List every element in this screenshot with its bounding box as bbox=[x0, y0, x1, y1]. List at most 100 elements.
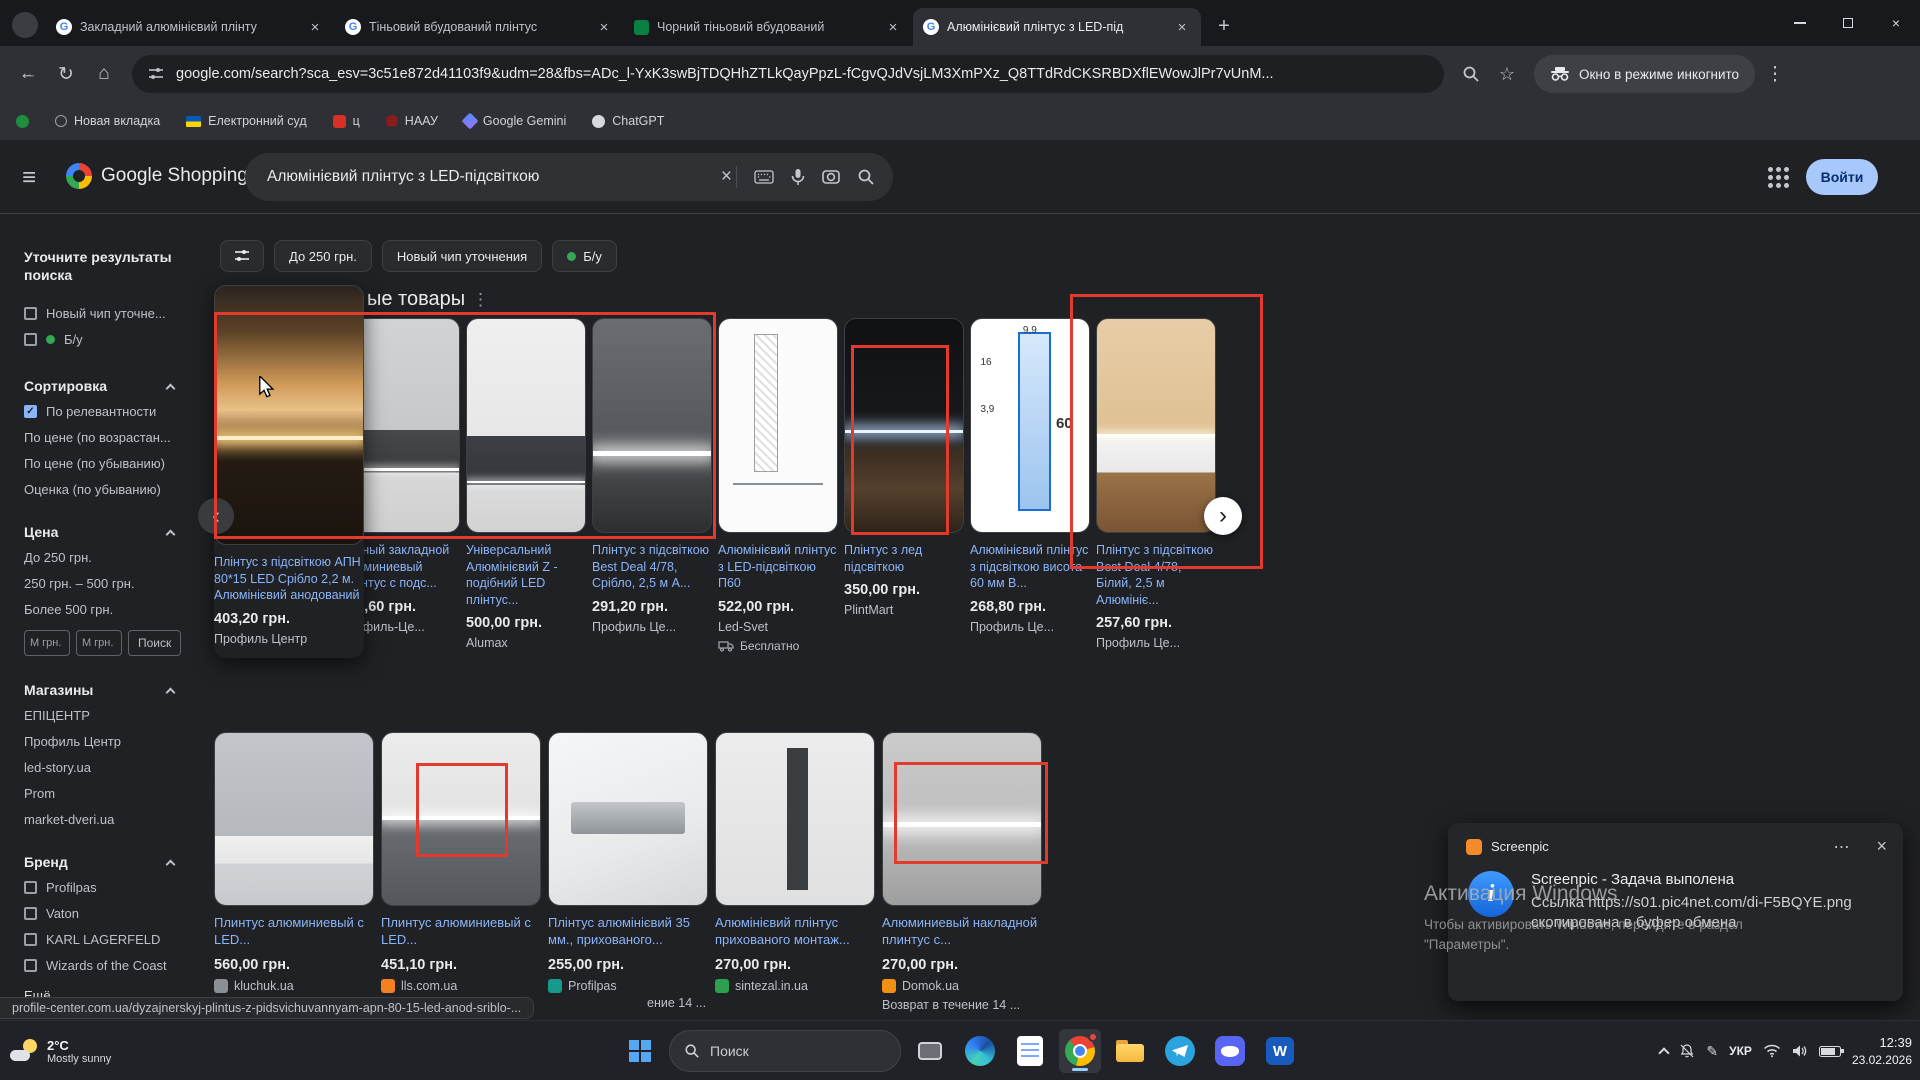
product-title[interactable]: Універсальний Алюмінієвий Z - подібний L… bbox=[466, 542, 586, 608]
store-option[interactable]: ЕПІЦЕНТР bbox=[24, 702, 202, 728]
new-tab-button[interactable]: + bbox=[1210, 12, 1238, 40]
apps-grid-icon[interactable] bbox=[1768, 167, 1789, 188]
bookmark-item[interactable]: ChatGPT bbox=[592, 114, 664, 128]
zoom-icon[interactable] bbox=[1454, 57, 1488, 91]
sort-option[interactable]: По цене (по возрастан... bbox=[24, 424, 202, 450]
bookmark-item[interactable] bbox=[16, 115, 29, 128]
section-price[interactable]: Цена bbox=[24, 520, 174, 544]
discord-button[interactable] bbox=[1209, 1029, 1251, 1073]
search-icon[interactable] bbox=[857, 168, 875, 186]
product-card-hovered[interactable]: Плінтус з підсвіткою АПН 80*15 LED Срібл… bbox=[214, 285, 364, 658]
product-card[interactable]: Універсальний Алюмінієвий Z - подібний L… bbox=[466, 318, 586, 653]
price-option[interactable]: Более 500 грн. bbox=[24, 596, 202, 622]
google-shopping-logo[interactable]: Google Shopping bbox=[66, 163, 248, 189]
wifi-icon[interactable] bbox=[1763, 1044, 1781, 1058]
incognito-profile-icon[interactable] bbox=[12, 12, 38, 38]
product-title[interactable]: Плинтус алюминиевый с LED... bbox=[214, 915, 374, 949]
price-max-input[interactable]: Мгрн. bbox=[76, 630, 122, 656]
language-indicator[interactable]: УКР bbox=[1729, 1044, 1752, 1058]
tab-3[interactable]: Чорний тіньовий вбудований × bbox=[624, 8, 912, 46]
pen-icon[interactable]: ✎ bbox=[1706, 1043, 1718, 1060]
heading-menu-icon[interactable]: ⋮ bbox=[472, 290, 489, 310]
product-card[interactable]: Плінтус з підсвіткою Best Deal 4/78, Біл… bbox=[1096, 318, 1216, 653]
sort-option[interactable]: ✓По релевантности bbox=[24, 398, 202, 424]
sign-in-button[interactable]: Войти bbox=[1806, 159, 1878, 195]
screenpic-notification[interactable]: Screenpic ⋯ × i Screenpic - Задача выпол… bbox=[1448, 823, 1903, 1001]
carousel-next-button[interactable]: › bbox=[1204, 497, 1242, 535]
hamburger-menu-icon[interactable]: ≡ bbox=[22, 164, 36, 192]
chip-price[interactable]: До 250 грн. bbox=[274, 240, 372, 272]
checkbox-icon[interactable] bbox=[24, 307, 37, 320]
product-card[interactable]: Алюминиевый накладной плинтус с... 270,0… bbox=[882, 732, 1042, 1012]
bookmark-item[interactable]: Новая вкладка bbox=[55, 114, 160, 128]
word-button[interactable]: W bbox=[1259, 1029, 1301, 1073]
taskbar-clock[interactable]: 12:39 23.02.2026 bbox=[1852, 1034, 1912, 1069]
store-option[interactable]: Профиль Центр bbox=[24, 728, 202, 754]
carousel-prev-button[interactable]: ‹ bbox=[198, 498, 234, 534]
product-title[interactable]: Плінтус алюмінієвий 35 мм., прихованого.… bbox=[548, 915, 708, 949]
product-card[interactable]: Плінтус з лед підсвіткою 350,00 грн. Pli… bbox=[844, 318, 964, 653]
chrome-button-active[interactable] bbox=[1059, 1029, 1101, 1073]
notification-close-icon[interactable]: × bbox=[1876, 836, 1887, 857]
product-card[interactable]: Плінтус з підсвіткою Best Deal 4/78, Срі… bbox=[592, 318, 712, 653]
store-option[interactable]: led-story.ua bbox=[24, 754, 202, 780]
task-view-button[interactable] bbox=[909, 1029, 951, 1073]
bookmark-item[interactable]: Електронний суд bbox=[186, 114, 306, 128]
tray-expand-icon[interactable] bbox=[1659, 1047, 1670, 1058]
notifications-muted-icon[interactable] bbox=[1679, 1043, 1695, 1059]
mic-icon[interactable] bbox=[791, 168, 805, 186]
edge-button[interactable] bbox=[959, 1029, 1001, 1073]
clear-search-icon[interactable]: × bbox=[721, 166, 737, 188]
tune-icon[interactable] bbox=[148, 66, 164, 82]
chip-used[interactable]: Б/у bbox=[552, 240, 617, 272]
lens-camera-icon[interactable] bbox=[822, 168, 840, 186]
keyboard-icon[interactable] bbox=[754, 170, 774, 184]
tab-1[interactable]: G Закладний алюмінієвий плінту × bbox=[46, 8, 334, 46]
checkbox-icon[interactable] bbox=[24, 959, 37, 972]
tab-4-active[interactable]: G Алюмінієвий плінтус з LED-під × bbox=[913, 8, 1201, 46]
tab-close-icon[interactable]: × bbox=[306, 19, 324, 36]
brand-option[interactable]: KARL LAGERFELD bbox=[24, 926, 202, 952]
weather-widget[interactable]: 2°C Mostly sunny bbox=[10, 1021, 111, 1080]
store-option[interactable]: market-dveri.ua bbox=[24, 806, 202, 832]
address-bar[interactable]: google.com/search?sca_esv=3c51e872d41103… bbox=[132, 55, 1444, 93]
tab-close-icon[interactable]: × bbox=[1173, 19, 1191, 36]
telegram-button[interactable] bbox=[1159, 1029, 1201, 1073]
tab-close-icon[interactable]: × bbox=[595, 19, 613, 36]
section-stores[interactable]: Магазины bbox=[24, 678, 174, 702]
tab-2[interactable]: G Тіньовий вбудований плінтус × bbox=[335, 8, 623, 46]
section-sort[interactable]: Сортировка bbox=[24, 374, 174, 398]
filter-checkbox-row[interactable]: Б/у bbox=[24, 326, 202, 352]
start-button[interactable] bbox=[619, 1029, 661, 1073]
brand-option[interactable]: Wizards of the Coast bbox=[24, 952, 202, 978]
maximize-button[interactable] bbox=[1824, 0, 1872, 46]
store-option[interactable]: Prom bbox=[24, 780, 202, 806]
product-title[interactable]: Плинтус алюминиевый с LED... bbox=[381, 915, 541, 949]
price-option[interactable]: 250 грн. – 500 грн. bbox=[24, 570, 202, 596]
bookmark-item[interactable]: НААУ bbox=[386, 114, 438, 128]
product-card[interactable]: Плинтус алюминиевый с LED... 560,00 грн.… bbox=[214, 732, 374, 1012]
bookmark-item[interactable]: ц bbox=[333, 114, 360, 128]
search-query-text[interactable]: Алюмінієвий плінтус з LED-підсвіткою bbox=[267, 168, 704, 186]
checkbox-icon[interactable] bbox=[24, 933, 37, 946]
sort-option[interactable]: По цене (по убыванию) bbox=[24, 450, 202, 476]
product-card[interactable]: Плинтус алюминиевый с LED... 451,10 грн.… bbox=[381, 732, 541, 1012]
checkbox-icon[interactable] bbox=[24, 333, 37, 346]
bookmark-star-icon[interactable]: ☆ bbox=[1490, 57, 1524, 91]
product-title[interactable]: Алюмінієвий плінтус з LED-підсвіткою П60 bbox=[718, 542, 838, 592]
checkbox-checked-icon[interactable]: ✓ bbox=[24, 405, 37, 418]
reload-button[interactable]: ↻ bbox=[48, 56, 84, 92]
product-title[interactable]: Плінтус з лед підсвіткою bbox=[844, 542, 964, 575]
section-brands[interactable]: Бренд bbox=[24, 850, 174, 874]
checkbox-icon[interactable] bbox=[24, 881, 37, 894]
product-title[interactable]: Плінтус з підсвіткою АПН 80*15 LED Срібл… bbox=[214, 554, 364, 604]
product-card[interactable]: Плінтус алюмінієвий 35 мм., прихованого.… bbox=[548, 732, 708, 1012]
product-card[interactable]: Алюмінієвий плінтус прихованого монтаж..… bbox=[715, 732, 875, 1012]
minimize-button[interactable] bbox=[1776, 0, 1824, 46]
close-window-button[interactable]: × bbox=[1872, 0, 1920, 46]
browser-menu-button[interactable]: ⋮ bbox=[1757, 56, 1793, 92]
product-title[interactable]: Алюмінієвий плінтус прихованого монтаж..… bbox=[715, 915, 875, 949]
notification-more-icon[interactable]: ⋯ bbox=[1833, 837, 1849, 857]
forward-button[interactable]: → bbox=[10, 56, 46, 92]
price-search-button[interactable]: Поиск bbox=[128, 630, 181, 656]
